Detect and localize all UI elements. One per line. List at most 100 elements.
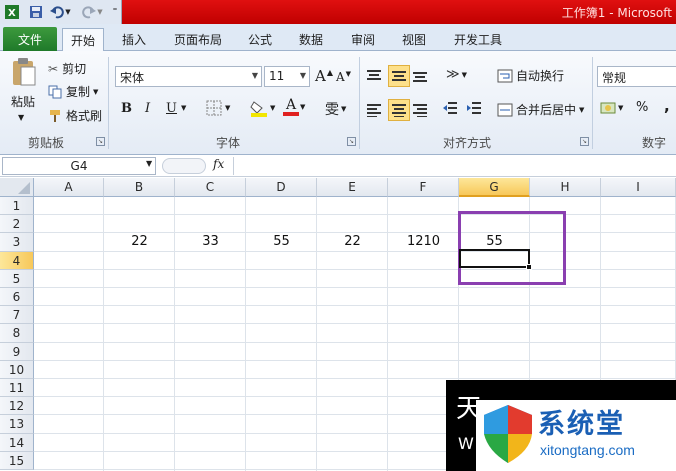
column-header-g[interactable]: G (459, 178, 530, 197)
percent-button[interactable]: % (636, 100, 648, 115)
borders-button[interactable]: ▼ (206, 100, 230, 116)
tab-formulas[interactable]: 公式 (240, 28, 280, 51)
gridline (34, 323, 676, 325)
column-header-h[interactable]: H (530, 178, 601, 197)
row-header-8[interactable]: 8 (0, 324, 34, 343)
column-header-f[interactable]: F (388, 178, 459, 197)
italic-button[interactable]: I (145, 101, 150, 116)
tab-developer[interactable]: 开发工具 (446, 28, 510, 51)
underline-button[interactable]: U (166, 101, 177, 116)
clipboard-launcher-icon[interactable]: ↘ (96, 137, 105, 146)
font-size-select[interactable]: 11 ▼ (264, 66, 310, 87)
align-middle-button[interactable] (388, 65, 410, 87)
name-box-dropdown-icon[interactable]: ▼ (146, 159, 152, 168)
row-header-7[interactable]: 7 (0, 306, 34, 325)
number-format-select[interactable]: 常规 (597, 66, 676, 87)
cell-f3[interactable]: 1210 (388, 234, 459, 249)
row-header-11[interactable]: 11 (0, 379, 34, 398)
arrow-up-icon: ▲ (326, 67, 333, 77)
font-launcher-icon[interactable]: ↘ (347, 137, 356, 146)
formula-bar-resize-handle[interactable] (162, 158, 206, 174)
row-header-4[interactable]: 4 (0, 251, 34, 270)
font-color-dropdown-icon[interactable]: ▼ (300, 103, 305, 111)
tab-review[interactable]: 审阅 (343, 28, 383, 51)
undo-dropdown-icon[interactable]: ▼ (64, 3, 72, 21)
name-box[interactable]: G4 (2, 157, 156, 175)
insert-function-button[interactable]: fx (213, 157, 233, 175)
align-center-button[interactable] (388, 99, 410, 121)
active-cell[interactable] (459, 249, 530, 268)
fill-handle[interactable] (526, 264, 532, 270)
phonetic-button[interactable]: 雯 ▼ (325, 99, 346, 119)
copy-button[interactable]: 复制 ▼ (48, 83, 98, 100)
grow-font-label: A (315, 67, 326, 85)
separator (108, 57, 109, 149)
paste-button[interactable]: 粘贴 (6, 57, 40, 113)
shrink-font-button[interactable]: A ▼ (336, 70, 351, 84)
formula-input[interactable] (233, 157, 676, 175)
decrease-indent-button[interactable] (442, 101, 458, 115)
font-color-button[interactable]: A (283, 98, 299, 116)
row-header-6[interactable]: 6 (0, 288, 34, 307)
align-left-button[interactable] (366, 99, 388, 121)
tab-view[interactable]: 视图 (394, 28, 434, 51)
font-name-select[interactable]: 宋体 ▼ (115, 66, 262, 87)
decrease-indent-icon (443, 102, 457, 114)
format-painter-button[interactable]: 格式刷 (48, 107, 102, 124)
tab-insert[interactable]: 插入 (114, 28, 154, 51)
increase-indent-button[interactable] (466, 101, 482, 115)
cut-button[interactable]: ✂ 剪切 (48, 60, 86, 77)
align-bottom-button[interactable] (412, 65, 434, 87)
currency-button[interactable]: ▼ (600, 101, 623, 115)
tab-page-layout[interactable]: 页面布局 (166, 28, 230, 51)
row-header-9[interactable]: 9 (0, 342, 34, 361)
align-middle-icon (392, 71, 406, 81)
column-header-c[interactable]: C (175, 178, 246, 197)
select-all-button[interactable] (0, 178, 34, 197)
row-header-3[interactable]: 3 (0, 233, 34, 252)
comma-button[interactable]: , (664, 97, 670, 115)
copy-dropdown-icon[interactable]: ▼ (93, 88, 98, 96)
orientation-button[interactable]: ≫ ▼ (446, 67, 467, 82)
tab-file[interactable]: 文件 (3, 27, 57, 51)
column-header-i[interactable]: I (601, 178, 676, 197)
grow-font-button[interactable]: A ▲ (315, 67, 333, 85)
column-header-a[interactable]: A (34, 178, 104, 197)
bold-button[interactable]: B (121, 101, 132, 116)
column-header-d[interactable]: D (246, 178, 317, 197)
column-header-e[interactable]: E (317, 178, 388, 197)
alignment-group-label: 对齐方式 (443, 136, 492, 150)
cell-c3[interactable]: 33 (175, 234, 246, 249)
tab-data[interactable]: 数据 (291, 28, 331, 51)
column-header-b[interactable]: B (104, 178, 175, 197)
redo-dropdown-icon[interactable]: ▼ (96, 3, 104, 21)
font-size-value: 11 (269, 69, 285, 83)
excel-logo-icon[interactable]: X (3, 3, 21, 21)
customize-toolbar-icon[interactable]: ⁼ (110, 3, 120, 21)
row-header-14[interactable]: 14 (0, 433, 34, 452)
fill-color-button[interactable]: ▼ (250, 99, 275, 117)
row-header-12[interactable]: 12 (0, 397, 34, 416)
cell-b3[interactable]: 22 (104, 234, 175, 249)
increase-indent-icon (467, 102, 481, 114)
row-header-5[interactable]: 5 (0, 269, 34, 288)
chevron-down-icon: ▼ (579, 105, 585, 114)
row-header-13[interactable]: 13 (0, 415, 34, 434)
font-color-icon: A (285, 97, 297, 113)
alignment-launcher-icon[interactable]: ↘ (580, 137, 589, 146)
align-right-button[interactable] (412, 99, 434, 121)
merge-center-button[interactable]: 合并后居中 ▼ (497, 101, 584, 118)
tab-home[interactable]: 开始 (62, 28, 105, 51)
window-title: 工作簿1 - Microsoft (561, 6, 672, 20)
row-header-10[interactable]: 10 (0, 360, 34, 379)
cell-d3[interactable]: 55 (246, 234, 317, 249)
row-header-15[interactable]: 15 (0, 451, 34, 470)
row-header-2[interactable]: 2 (0, 215, 34, 234)
align-top-button[interactable] (366, 65, 388, 87)
underline-dropdown-icon[interactable]: ▼ (181, 104, 186, 112)
cell-e3[interactable]: 22 (317, 234, 388, 249)
wrap-text-button[interactable]: 自动换行 (497, 67, 564, 84)
row-header-1[interactable]: 1 (0, 197, 34, 216)
paste-dropdown-icon[interactable]: ▼ (18, 113, 24, 122)
save-icon[interactable] (27, 3, 45, 21)
